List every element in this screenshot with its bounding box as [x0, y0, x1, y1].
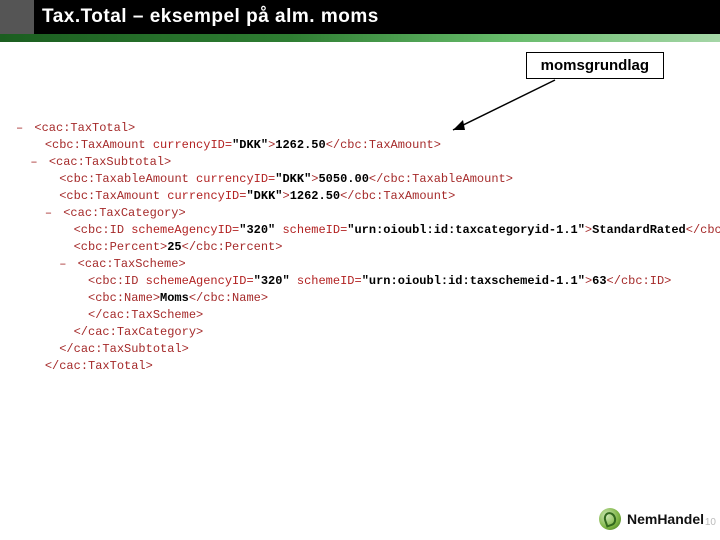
- accent-bar: [0, 34, 720, 42]
- title-square-icon: [0, 0, 34, 34]
- title-bar: Tax.Total – eksempel på alm. moms: [0, 0, 720, 34]
- callout-label: momsgrundlag: [526, 52, 664, 79]
- page-number: 10: [705, 517, 716, 528]
- page-title: Tax.Total – eksempel på alm. moms: [42, 6, 379, 28]
- footer: NemHandel: [599, 508, 704, 530]
- xml-code-block: – <cac:TaxTotal> <cbc:TaxAmount currency…: [16, 120, 704, 375]
- brand-name: NemHandel: [627, 511, 704, 527]
- brand-logo-icon: [599, 508, 621, 530]
